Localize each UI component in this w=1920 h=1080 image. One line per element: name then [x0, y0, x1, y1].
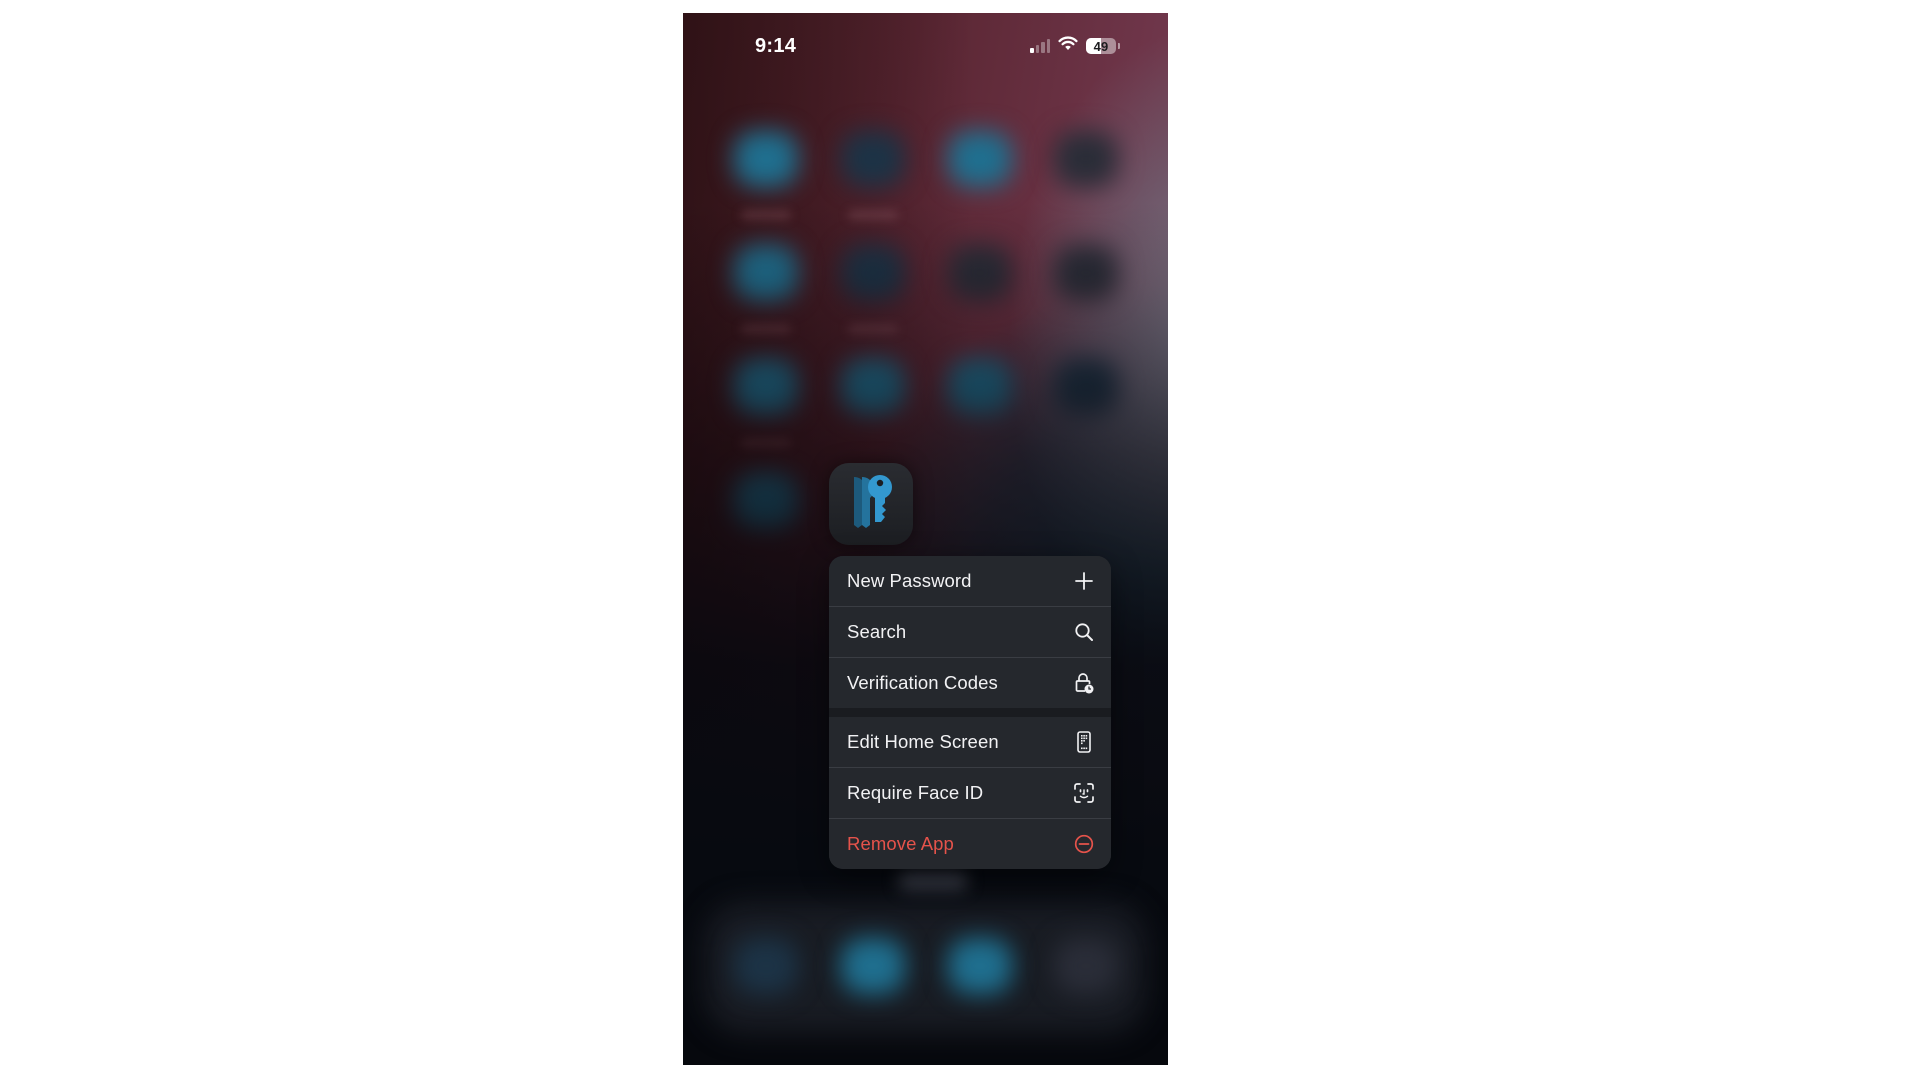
- blurred-dock-icon: [734, 938, 798, 994]
- menu-item-require-face-id[interactable]: Require Face ID: [829, 767, 1111, 818]
- passwords-app-icon[interactable]: [829, 463, 913, 545]
- battery-cap: [1118, 43, 1120, 49]
- blurred-dock-icon: [1054, 938, 1118, 994]
- blurred-dock-icon: [841, 938, 905, 994]
- status-time: 9:14: [755, 35, 797, 57]
- face-id-icon: [1073, 782, 1095, 804]
- menu-group-separator: [829, 708, 1111, 717]
- wifi-icon: [1058, 36, 1078, 56]
- menu-item-new-password[interactable]: New Password: [829, 556, 1111, 606]
- blurred-dock-icon: [948, 938, 1012, 994]
- lock-clock-icon: [1073, 672, 1095, 694]
- menu-item-edit-home-screen[interactable]: Edit Home Screen: [829, 717, 1111, 767]
- menu-item-label: Require Face ID: [847, 782, 984, 803]
- page-indicator: [898, 871, 968, 891]
- menu-item-label: New Password: [847, 570, 972, 591]
- minus-circle-icon: [1073, 833, 1095, 855]
- cellular-signal-icon: [1030, 39, 1050, 53]
- status-icons: 49: [1030, 35, 1120, 57]
- phone-grid-icon: [1073, 731, 1095, 753]
- phone-screen: 9:14 49 New Password Search Verification…: [683, 13, 1168, 1065]
- keys-icon: [840, 471, 902, 538]
- menu-item-verification-codes[interactable]: Verification Codes: [829, 657, 1111, 708]
- menu-item-search[interactable]: Search: [829, 606, 1111, 657]
- battery-icon: 49: [1086, 38, 1116, 54]
- menu-item-remove-app[interactable]: Remove App: [829, 818, 1111, 869]
- search-icon: [1073, 621, 1095, 643]
- menu-item-label: Remove App: [847, 833, 954, 854]
- menu-item-label: Search: [847, 621, 907, 642]
- menu-item-label: Verification Codes: [847, 672, 998, 693]
- battery-percent: 49: [1093, 38, 1109, 54]
- plus-icon: [1073, 570, 1095, 592]
- menu-item-label: Edit Home Screen: [847, 731, 999, 752]
- context-menu: New Password Search Verification Codes E…: [829, 556, 1111, 869]
